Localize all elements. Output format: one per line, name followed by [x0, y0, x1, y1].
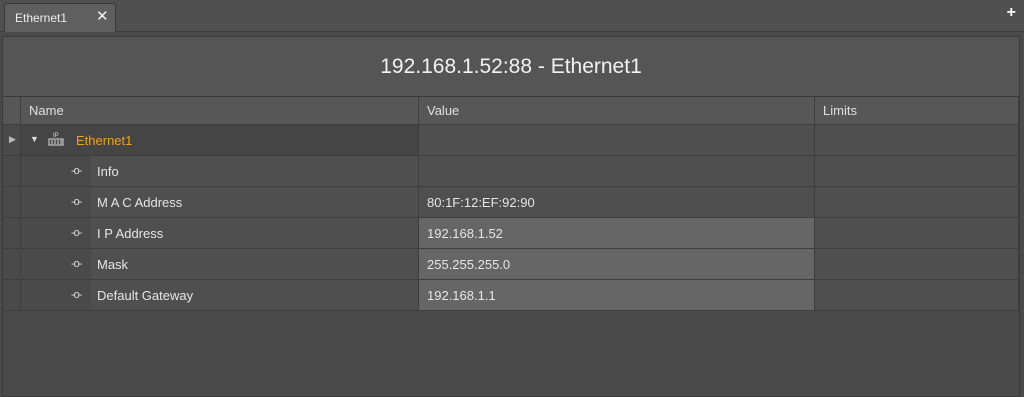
tab-label: Ethernet1 [15, 11, 68, 25]
column-header-value[interactable]: Value [419, 97, 815, 125]
chevron-down-icon[interactable]: ▼ [30, 134, 39, 144]
value-cell [419, 156, 815, 187]
connector-icon: -o- [71, 258, 82, 270]
connector-icon: -o- [71, 165, 82, 177]
svg-text:IP: IP [53, 133, 59, 139]
limits-cell [815, 187, 1019, 218]
column-header-name[interactable]: Name [21, 97, 419, 125]
play-icon: ▶ [9, 134, 16, 144]
add-tab-icon[interactable]: + [1007, 5, 1016, 21]
row-gutter [3, 218, 21, 249]
value-cell-editable[interactable]: 255.255.255.0 [419, 249, 815, 280]
limits-cell [815, 280, 1019, 311]
value-cell: 80:1F:12:EF:92:90 [419, 187, 815, 218]
column-header-name-label: Name [29, 103, 64, 118]
table-row[interactable]: -o- Mask 255.255.255.0 [3, 249, 1019, 280]
connector-icon: -o- [71, 289, 82, 301]
column-header-limits[interactable]: Limits [815, 97, 1019, 125]
row-header-corner [3, 97, 21, 125]
title-bar: 192.168.1.52:88 - Ethernet1 [3, 37, 1019, 97]
row-gutter [3, 156, 21, 187]
limits-cell [815, 249, 1019, 280]
tab-ethernet1[interactable]: Ethernet1 ✕ [4, 3, 116, 32]
properties-panel: 192.168.1.52:88 - Ethernet1 Name Value L… [2, 36, 1020, 397]
name-cell: M A C Address [91, 187, 419, 218]
name-cell: I P Address [91, 218, 419, 249]
name-cell: Mask [91, 249, 419, 280]
page-title: 192.168.1.52:88 - Ethernet1 [380, 55, 642, 78]
table-row[interactable]: -o- M A C Address 80:1F:12:EF:92:90 [3, 187, 1019, 218]
row-gutter: ▶ [3, 125, 21, 156]
indent-area: -o- [21, 218, 91, 249]
close-icon[interactable]: ✕ [96, 9, 109, 25]
table-row[interactable]: -o- I P Address 192.168.1.52 [3, 218, 1019, 249]
indent-area: -o- [21, 187, 91, 218]
row-gutter [3, 280, 21, 311]
limits-cell [815, 218, 1019, 249]
name-cell: Default Gateway [91, 280, 419, 311]
tab-bar: Ethernet1 ✕ + [0, 0, 1024, 32]
node-label: Ethernet1 [76, 133, 133, 148]
name-cell[interactable]: ▼ IP Ethernet1 [21, 125, 419, 156]
table-row[interactable]: ▶ ▼ IP Ethernet1 [3, 125, 1019, 156]
limits-cell [815, 156, 1019, 187]
row-gutter [3, 187, 21, 218]
indent-area: -o- [21, 280, 91, 311]
network-card-icon: IP [48, 133, 64, 146]
name-cell: Info [91, 156, 419, 187]
column-header-limits-label: Limits [823, 103, 857, 118]
column-header-value-label: Value [427, 103, 460, 118]
row-gutter [3, 249, 21, 280]
table-row[interactable]: -o- Default Gateway 192.168.1.1 [3, 280, 1019, 311]
connector-icon: -o- [71, 196, 82, 208]
indent-area: -o- [21, 156, 91, 187]
table-row[interactable]: -o- Info [3, 156, 1019, 187]
value-cell [419, 125, 815, 156]
value-cell-editable[interactable]: 192.168.1.52 [419, 218, 815, 249]
value-cell-editable[interactable]: 192.168.1.1 [419, 280, 815, 311]
connector-icon: -o- [71, 227, 82, 239]
limits-cell [815, 125, 1019, 156]
indent-area: -o- [21, 249, 91, 280]
